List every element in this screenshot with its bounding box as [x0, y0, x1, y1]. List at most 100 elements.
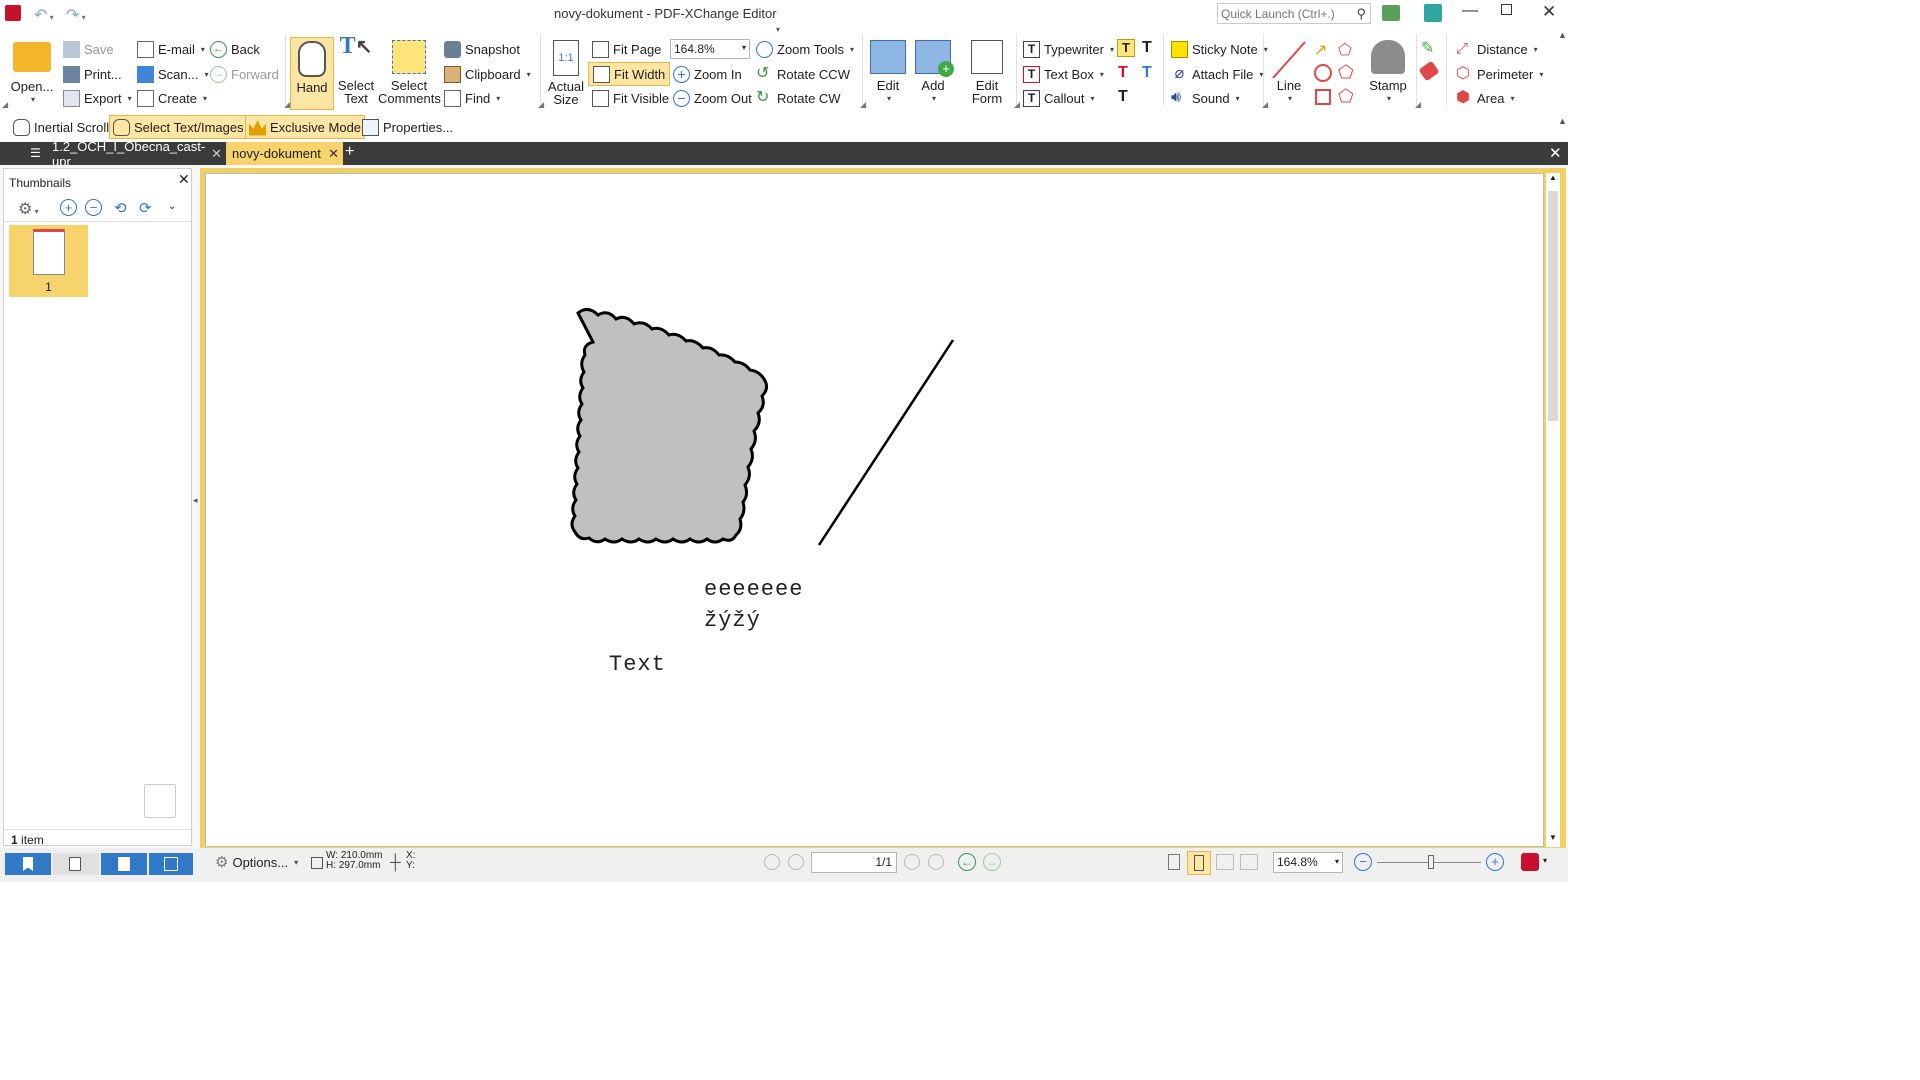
pencil-tool-icon[interactable]: ✎ — [1421, 38, 1439, 57]
sound-button[interactable]: 🔊︎ Sound ▾ — [1171, 87, 1240, 109]
single-page-view-icon[interactable] — [1168, 854, 1180, 870]
document-page[interactable]: eeeeeee žýžý Text — [205, 173, 1544, 847]
close-tab-icon[interactable]: ✕ — [211, 146, 222, 162]
pdf-tools-icon[interactable] — [1521, 853, 1539, 871]
scan-button[interactable]: Scan... ▾ — [137, 63, 208, 85]
comments-pane-button[interactable] — [101, 853, 147, 875]
continuous-facing-view-icon[interactable] — [1240, 854, 1258, 870]
typewriter-button[interactable]: T Typewriter ▾ — [1023, 38, 1114, 60]
polygon-tool-icon[interactable]: ⬠ — [1338, 40, 1352, 60]
status-zoom-out-button[interactable]: − — [1354, 853, 1372, 871]
quick-launch-field[interactable] — [1218, 4, 1348, 23]
rotate-cw-button[interactable]: ↻ Rotate CW — [756, 87, 841, 109]
continuous-view-icon[interactable] — [1187, 851, 1211, 875]
print-button[interactable]: Print... — [63, 63, 122, 85]
close-all-tabs-icon[interactable]: ✕ — [1549, 144, 1562, 162]
save-button[interactable]: Save — [63, 38, 114, 60]
zoom-out-thumbnails-icon[interactable]: − — [85, 199, 102, 216]
fullscreen-icon[interactable] — [1424, 4, 1442, 22]
facing-view-icon[interactable] — [1216, 854, 1234, 870]
previous-view-button[interactable]: ← — [958, 853, 976, 871]
clipboard-button[interactable]: Clipboard ▾ — [444, 63, 531, 85]
app-logo-icon[interactable] — [5, 5, 21, 21]
find-button[interactable]: Find ▾ — [444, 87, 500, 109]
page-number-field[interactable]: 1/1 — [811, 852, 897, 873]
layers-pane-button[interactable] — [149, 853, 193, 875]
add-button[interactable]: + Add ▾ — [911, 40, 955, 105]
zoom-in-thumbnails-icon[interactable]: + — [60, 199, 77, 216]
select-comments-button[interactable]: Select Comments — [378, 40, 441, 105]
quick-launch-input[interactable]: ⚲ — [1217, 3, 1371, 24]
hand-tool-button[interactable]: Hand — [290, 37, 334, 110]
status-zoom-select[interactable]: 164.8% ▾ — [1273, 852, 1343, 873]
create-button[interactable]: Create ▾ — [137, 87, 207, 109]
previous-page-button[interactable] — [788, 854, 804, 870]
arrow-tool-icon[interactable]: ↗ — [1314, 40, 1327, 60]
ellipse-tool-icon[interactable] — [1314, 64, 1332, 82]
tab-menu-icon[interactable]: ☰ — [30, 146, 41, 160]
last-page-button[interactable] — [928, 854, 944, 870]
new-tab-button[interactable]: + — [345, 143, 354, 161]
sticky-note-button[interactable]: Sticky Note ▾ — [1171, 38, 1268, 60]
select-text-button[interactable]: T↖ Select Text — [336, 34, 376, 105]
text-box-button[interactable]: T Text Box ▾ — [1023, 63, 1104, 85]
fit-width-button[interactable]: Fit Width — [588, 62, 671, 86]
ribbon-collapse-icon[interactable]: ▲ — [1558, 30, 1567, 40]
vertical-scrollbar[interactable]: ▲ ▼ — [1546, 173, 1560, 847]
chevron-down-icon[interactable]: ▾ — [1335, 857, 1339, 866]
page-thumbnail[interactable]: 1 — [9, 225, 88, 297]
scrollbar-thumb[interactable] — [1548, 191, 1558, 421]
ribbon-pin-icon[interactable]: ▾ — [776, 25, 780, 34]
fit-page-button[interactable]: Fit Page — [592, 38, 661, 60]
select-text-images-button[interactable]: Select Text/Images — [109, 115, 248, 139]
rotate-right-thumbnails-icon[interactable]: ⟳ — [139, 199, 152, 217]
line-annotation[interactable] — [817, 339, 955, 546]
tab-document-1[interactable]: 1.2_OCH_I_Obecna_cast-upr ✕ — [46, 139, 226, 169]
attach-file-button[interactable]: ⌀ Attach File ▾ — [1171, 63, 1264, 85]
minimize-button[interactable]: — — [1462, 2, 1478, 20]
close-pane-icon[interactable]: ✕ — [178, 171, 190, 188]
edit-form-button[interactable]: Edit Form — [962, 40, 1012, 105]
next-page-button[interactable] — [904, 854, 920, 870]
zoom-out-button[interactable]: − Zoom Out — [673, 87, 752, 109]
snapshot-button[interactable]: Snapshot — [444, 38, 520, 60]
properties-button[interactable]: Properties... — [362, 116, 453, 138]
perimeter-button[interactable]: ⬡ Perimeter ▾ — [1456, 63, 1543, 85]
pentagon-tool-icon[interactable]: ⬠ — [1338, 62, 1354, 83]
undo-button[interactable]: ↶ ▾ — [34, 5, 54, 25]
restore-button[interactable] — [1501, 4, 1512, 15]
replace-text-icon[interactable]: T — [1142, 64, 1152, 82]
area-button[interactable]: ⬢ Area ▾ — [1456, 87, 1514, 109]
zoom-slider-thumb[interactable] — [1428, 855, 1434, 869]
edit-button[interactable]: Edit ▾ — [866, 40, 910, 105]
next-view-button[interactable]: → — [983, 853, 1001, 871]
zoom-in-button[interactable]: + Zoom In — [673, 63, 742, 85]
more-options-icon[interactable]: ⌄ — [168, 201, 176, 212]
pane-splitter[interactable]: ◂ — [193, 495, 199, 555]
highlight-text-icon[interactable]: T — [1117, 39, 1135, 57]
fit-visible-button[interactable]: Fit Visible — [592, 87, 669, 109]
first-page-button[interactable] — [764, 854, 780, 870]
stamp-button[interactable]: Stamp ▾ — [1364, 40, 1412, 105]
callout-button[interactable]: T Callout ▾ — [1023, 87, 1094, 109]
redo-button[interactable]: ↷ ▾ — [66, 5, 86, 25]
zoom-dropdown-icon[interactable]: ▾ — [742, 43, 746, 52]
customize-icon[interactable] — [1382, 5, 1400, 21]
cloud-polygon-annotation[interactable] — [570, 308, 769, 544]
eraser-tool-icon[interactable] — [1418, 60, 1440, 82]
zoom-slider[interactable] — [1377, 855, 1481, 869]
rectangle-tool-icon[interactable] — [1315, 89, 1331, 105]
text-style-icon[interactable]: T — [1142, 39, 1152, 57]
distance-button[interactable]: ⤢ Distance ▾ — [1456, 38, 1538, 60]
close-window-button[interactable]: ✕ — [1542, 2, 1556, 22]
close-tab-icon[interactable]: ✕ — [328, 146, 339, 162]
inertial-scroll-button[interactable]: Inertial Scroll — [13, 116, 109, 138]
open-button[interactable]: Open... ▾ — [8, 42, 56, 106]
thumbnail-options-icon[interactable]: ⚙ ▾ — [18, 199, 39, 219]
bookmarks-pane-button[interactable] — [5, 853, 51, 875]
email-button[interactable]: E-mail ▾ — [137, 38, 205, 60]
cloud-tool-icon[interactable]: ⬠ — [1338, 86, 1354, 107]
exclusive-mode-button[interactable]: Exclusive Mode — [245, 115, 366, 139]
actual-size-button[interactable]: 1:1 Actual Size — [546, 40, 586, 106]
tab-novy-dokument[interactable]: novy-dokument ✕ — [226, 142, 343, 165]
